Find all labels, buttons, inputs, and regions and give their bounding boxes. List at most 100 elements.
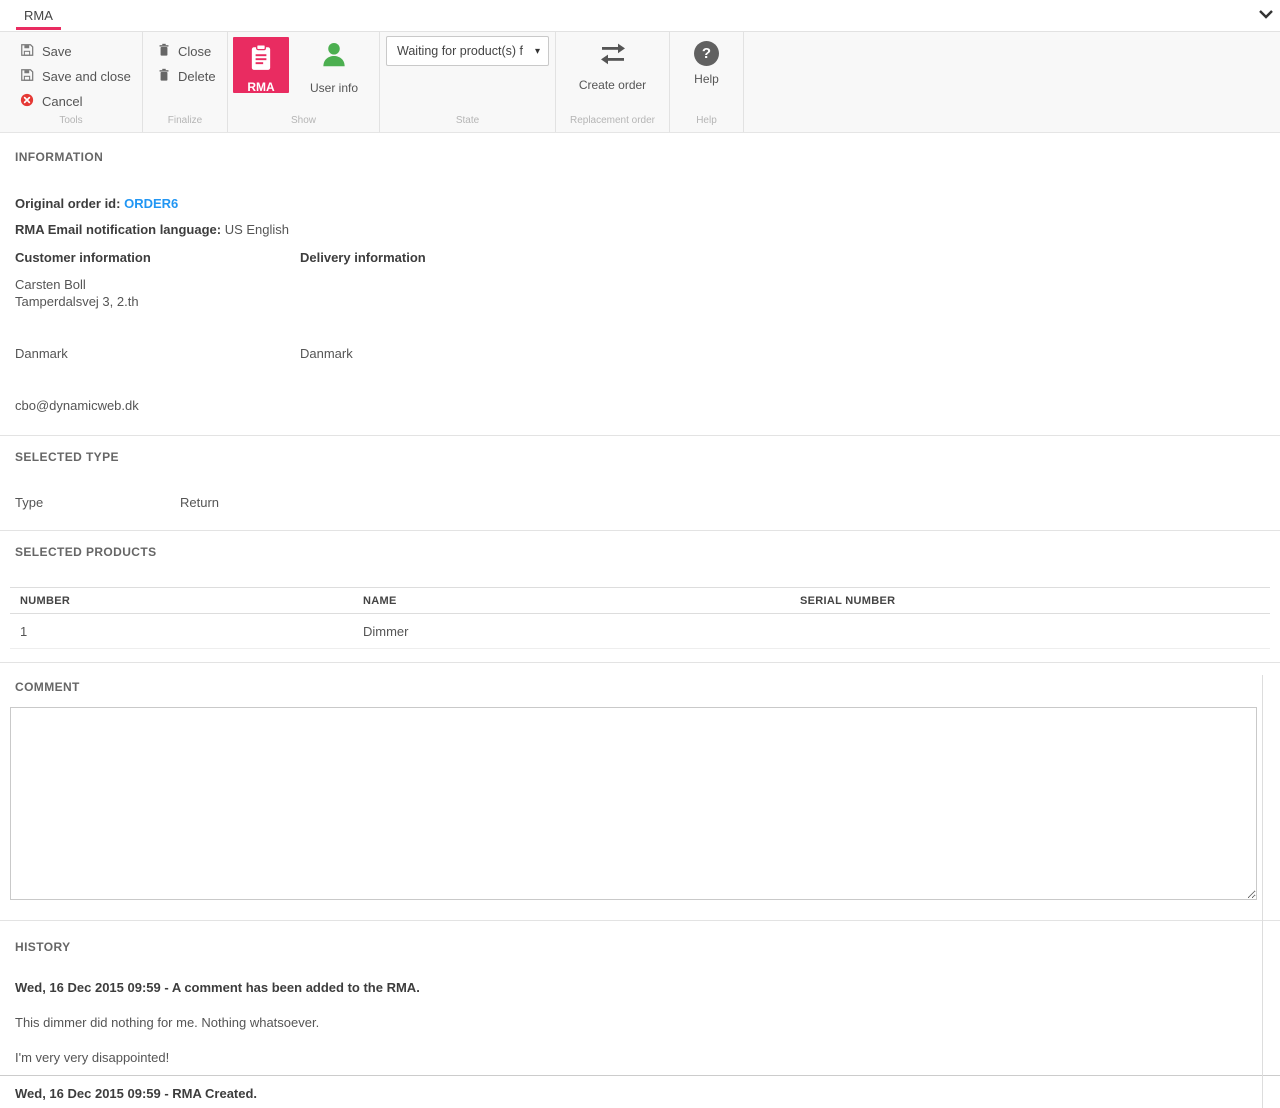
history-entry-line: This dimmer did nothing for me. Nothing … bbox=[15, 1015, 1265, 1030]
close-label: Close bbox=[178, 44, 211, 59]
comment-textarea[interactable] bbox=[10, 707, 1257, 900]
selected-type-heading: SELECTED TYPE bbox=[15, 436, 1265, 464]
group-label-finalize: Finalize bbox=[143, 115, 227, 126]
user-info-button[interactable]: User info bbox=[303, 37, 365, 95]
ribbon: Save Save and close Cancel Tools Close bbox=[0, 32, 1280, 133]
column-header-number: NUMBER bbox=[10, 588, 353, 614]
product-number-cell: 1 bbox=[10, 614, 353, 649]
rma-button-label: RMA bbox=[247, 80, 274, 94]
user-info-label: User info bbox=[310, 81, 358, 95]
group-label-help: Help bbox=[670, 115, 743, 126]
address-columns: Customer information Carsten Boll Tamper… bbox=[15, 250, 1265, 415]
delivery-country: Danmark bbox=[300, 346, 1265, 363]
blank-line bbox=[300, 398, 1265, 415]
ribbon-group-finalize: Close Delete Finalize bbox=[143, 32, 228, 132]
save-button[interactable]: Save bbox=[20, 39, 142, 64]
customer-country: Danmark bbox=[15, 346, 300, 363]
comment-heading: COMMENT bbox=[15, 663, 1265, 694]
blank-line bbox=[300, 329, 1265, 346]
tab-rma-label: RMA bbox=[24, 8, 53, 23]
active-tab-underline bbox=[16, 27, 61, 30]
select-arrow-icon: ▾ bbox=[535, 46, 540, 57]
customer-information-column: Customer information Carsten Boll Tamper… bbox=[15, 250, 300, 415]
delivery-information-heading: Delivery information bbox=[300, 250, 1265, 267]
email-language-line: RMA Email notification language: US Engl… bbox=[15, 222, 1265, 237]
delete-button[interactable]: Delete bbox=[158, 64, 227, 89]
email-language-label: RMA Email notification language: bbox=[15, 222, 221, 237]
ribbon-group-tools: Save Save and close Cancel Tools bbox=[0, 32, 143, 132]
history-entry: Wed, 16 Dec 2015 09:59 - RMA Created. bbox=[0, 1075, 1280, 1101]
blank-line bbox=[300, 363, 1265, 380]
section-selected-type: SELECTED TYPE Type Return bbox=[0, 435, 1280, 530]
section-information: INFORMATION Original order id: ORDER6 RM… bbox=[0, 133, 1280, 435]
swap-arrows-icon bbox=[596, 41, 630, 72]
rma-button[interactable]: RMA bbox=[233, 37, 289, 93]
help-label: Help bbox=[694, 72, 719, 86]
blank-line bbox=[300, 277, 1265, 294]
section-history: HISTORY Wed, 16 Dec 2015 09:59 - A comme… bbox=[0, 920, 1280, 1108]
ribbon-group-help: ? Help Help bbox=[670, 32, 744, 132]
close-button[interactable]: Close bbox=[158, 39, 227, 64]
tab-bar: RMA bbox=[0, 0, 1280, 32]
main-content: INFORMATION Original order id: ORDER6 RM… bbox=[0, 133, 1280, 1108]
state-select[interactable]: Waiting for product(s) f ▾ bbox=[386, 36, 549, 66]
group-label-show: Show bbox=[228, 115, 379, 126]
type-row: Type Return bbox=[15, 495, 1265, 510]
save-icon bbox=[20, 68, 34, 85]
ribbon-group-show: RMA User info Show bbox=[228, 32, 380, 132]
information-heading: INFORMATION bbox=[15, 133, 1265, 164]
group-label-tools: Tools bbox=[0, 115, 142, 126]
history-entry-line: I'm very very disappointed! bbox=[15, 1050, 1265, 1065]
original-order-line: Original order id: ORDER6 bbox=[15, 196, 1265, 211]
type-label: Type bbox=[15, 495, 180, 510]
create-order-button[interactable]: Create order bbox=[556, 41, 669, 92]
save-and-close-button[interactable]: Save and close bbox=[20, 64, 142, 89]
customer-information-heading: Customer information bbox=[15, 250, 300, 267]
customer-address: Tamperdalsvej 3, 2.th bbox=[15, 294, 300, 311]
history-entry: Wed, 16 Dec 2015 09:59 - A comment has b… bbox=[15, 980, 1265, 1065]
history-heading: HISTORY bbox=[15, 921, 1265, 954]
group-label-replacement-order: Replacement order bbox=[556, 115, 669, 126]
clipboard-icon bbox=[248, 44, 274, 77]
product-serial-cell bbox=[790, 614, 1270, 649]
group-label-state: State bbox=[380, 115, 555, 126]
history-entry-heading: Wed, 16 Dec 2015 09:59 - RMA Created. bbox=[15, 1086, 1265, 1101]
product-name-cell: Dimmer bbox=[353, 614, 790, 649]
ribbon-spacer bbox=[744, 32, 1280, 132]
save-icon bbox=[20, 43, 34, 60]
save-label: Save bbox=[42, 44, 72, 59]
cancel-label: Cancel bbox=[42, 94, 82, 109]
delete-label: Delete bbox=[178, 69, 216, 84]
save-and-close-label: Save and close bbox=[42, 69, 131, 84]
trash-icon bbox=[158, 68, 170, 85]
original-order-label: Original order id: bbox=[15, 196, 120, 211]
products-table: NUMBER NAME SERIAL NUMBER 1 Dimmer bbox=[10, 587, 1270, 649]
section-selected-products: SELECTED PRODUCTS NUMBER NAME SERIAL NUM… bbox=[0, 530, 1280, 662]
column-header-name: NAME bbox=[353, 588, 790, 614]
blank-line bbox=[15, 381, 300, 398]
create-order-label: Create order bbox=[579, 78, 646, 92]
tab-rma[interactable]: RMA bbox=[16, 0, 61, 31]
blank-line bbox=[300, 294, 1265, 311]
customer-email: cbo@dynamicweb.dk bbox=[15, 398, 300, 415]
cancel-button[interactable]: Cancel bbox=[20, 89, 142, 114]
customer-name: Carsten Boll bbox=[15, 277, 300, 294]
blank-line bbox=[300, 312, 1265, 329]
products-header-row: NUMBER NAME SERIAL NUMBER bbox=[10, 588, 1270, 614]
help-button[interactable]: ? Help bbox=[670, 41, 743, 86]
original-order-link[interactable]: ORDER6 bbox=[124, 196, 178, 211]
delivery-information-column: Delivery information Danmark bbox=[300, 250, 1265, 415]
scrollbar-track[interactable] bbox=[1262, 675, 1263, 1108]
history-entry-heading: Wed, 16 Dec 2015 09:59 - A comment has b… bbox=[15, 980, 1265, 995]
blank-line bbox=[15, 329, 300, 346]
help-icon: ? bbox=[694, 41, 719, 66]
user-icon bbox=[319, 40, 349, 75]
ribbon-group-replacement-order: Create order Replacement order bbox=[556, 32, 670, 132]
email-language-value: US English bbox=[225, 222, 289, 237]
column-header-serial-number: SERIAL NUMBER bbox=[790, 588, 1270, 614]
blank-line bbox=[15, 312, 300, 329]
trash-icon bbox=[158, 43, 170, 60]
chevron-down-icon[interactable] bbox=[1256, 4, 1276, 24]
table-row: 1 Dimmer bbox=[10, 614, 1270, 649]
cancel-icon bbox=[20, 93, 34, 110]
